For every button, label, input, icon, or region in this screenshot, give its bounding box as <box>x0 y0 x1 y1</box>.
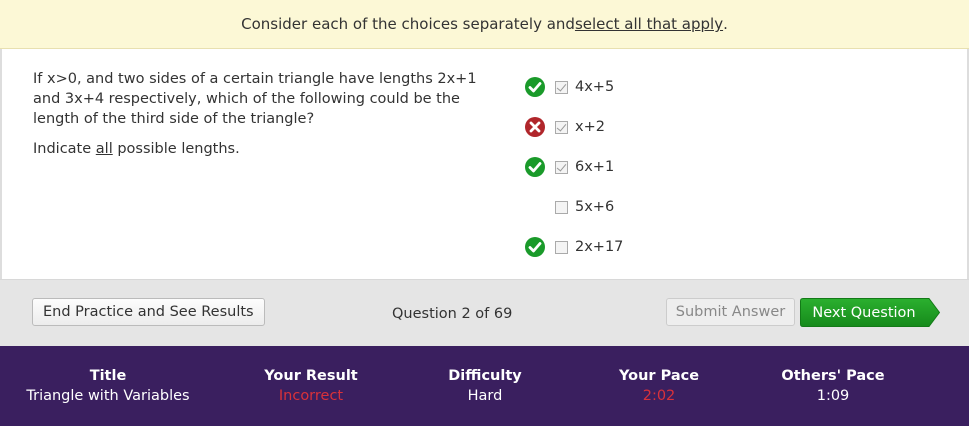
question-area: If x>0, and two sides of a certain trian… <box>0 49 969 279</box>
choice-label: 4x+5 <box>575 79 615 95</box>
banner-text: Consider each of the choices separately … <box>241 15 575 33</box>
stat-title-header: Title <box>89 368 127 384</box>
no-mark-placeholder <box>524 196 546 218</box>
instruction-text-end: possible lengths. <box>112 141 240 157</box>
stat-others-value: 1:09 <box>816 388 850 404</box>
choice-label: 2x+17 <box>575 239 624 255</box>
choice-checkbox[interactable] <box>555 240 568 254</box>
question-counter: Question 2 of 69 <box>392 306 513 322</box>
choice-checkbox[interactable] <box>555 200 568 214</box>
navigation-bar: End Practice and See Results Question 2 … <box>0 279 969 346</box>
next-question-label: Next Question <box>812 304 916 321</box>
choice-label: x+2 <box>575 119 605 135</box>
question-instruction: Indicate all possible lengths. <box>33 139 483 159</box>
choice-4[interactable]: 5x+6 <box>524 187 623 227</box>
stat-pace-value: 2:02 <box>642 388 676 404</box>
instruction-emphasis: all <box>95 141 113 157</box>
stat-difficulty-header: Difficulty <box>448 368 522 384</box>
choice-label: 5x+6 <box>575 199 615 215</box>
choice-3[interactable]: 6x+1 <box>524 147 623 187</box>
correct-check-icon <box>524 156 546 178</box>
choice-checkbox[interactable] <box>555 160 568 174</box>
question-stats: Title Triangle with Variables Your Resul… <box>0 346 969 426</box>
correct-check-icon <box>524 76 546 98</box>
submit-answer-button[interactable]: Submit Answer <box>666 298 795 326</box>
next-question-button[interactable]: Next Question <box>800 298 940 327</box>
choice-checkbox[interactable] <box>555 120 568 134</box>
stat-pace-header: Your Pace <box>618 368 700 384</box>
banner-period: . <box>723 15 728 33</box>
stat-result-header: Your Result <box>264 368 358 384</box>
stat-result-value: Incorrect <box>278 388 344 404</box>
question-text: If x>0, and two sides of a certain trian… <box>33 69 483 169</box>
stat-result: Your Result Incorrect <box>246 366 376 406</box>
stat-others-header: Others' Pace <box>781 368 885 384</box>
stat-title: Title Triangle with Variables <box>22 366 194 406</box>
instruction-text: Indicate <box>33 141 96 157</box>
stat-title-value: Triangle with Variables <box>26 388 190 404</box>
choice-2[interactable]: x+2 <box>524 107 623 147</box>
stat-pace: Your Pace 2:02 <box>600 366 718 406</box>
question-stem: If x>0, and two sides of a certain trian… <box>33 71 477 127</box>
choice-1[interactable]: 4x+5 <box>524 67 623 107</box>
stat-others-pace: Others' Pace 1:09 <box>770 366 896 406</box>
stat-difficulty-value: Hard <box>467 388 503 404</box>
choice-5[interactable]: 2x+17 <box>524 227 623 267</box>
answer-choices: 4x+5 x+2 6x+1 5x+6 2x+17 <box>524 67 623 267</box>
incorrect-x-icon <box>524 116 546 138</box>
instruction-banner: Consider each of the choices separately … <box>0 0 969 49</box>
banner-emphasis: select all that apply <box>574 15 724 33</box>
correct-check-icon <box>524 236 546 258</box>
end-practice-button[interactable]: End Practice and See Results <box>32 298 265 326</box>
choice-checkbox[interactable] <box>555 80 568 94</box>
choice-label: 6x+1 <box>575 159 615 175</box>
stat-difficulty: Difficulty Hard <box>430 366 540 406</box>
